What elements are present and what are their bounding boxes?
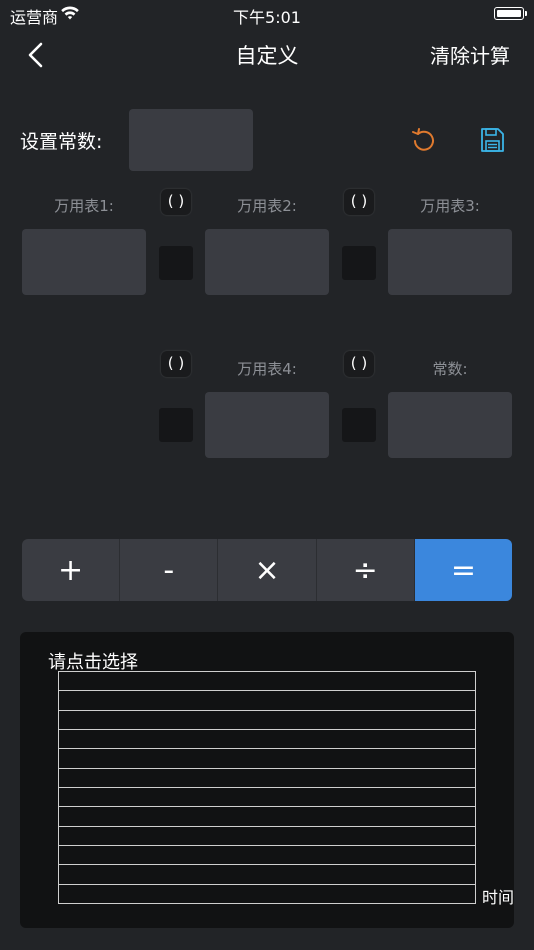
operator-slot-4[interactable] (342, 408, 376, 442)
x-axis-label: 时间 (482, 888, 515, 907)
paren-toggle-3[interactable]: ( ) (161, 351, 191, 377)
meter1-field[interactable] (22, 229, 146, 295)
save-icon (481, 128, 504, 152)
meter2-label: 万用表2: (237, 197, 297, 215)
status-bar: 运营商 下午5:01 (0, 0, 534, 30)
meter2-field[interactable] (205, 229, 329, 295)
constant-slot-label: 常数: (432, 360, 468, 378)
meter4-label: 万用表4: (237, 360, 297, 378)
equals-button[interactable]: = (414, 539, 512, 601)
reset-button[interactable] (410, 126, 438, 154)
operator-slot-2[interactable] (342, 246, 376, 280)
divide-button[interactable]: ÷ (317, 539, 415, 601)
constant-label: 设置常数: (20, 131, 103, 153)
meter3-label: 万用表3: (420, 197, 480, 215)
chart-grid (58, 671, 476, 904)
constant-input[interactable] (129, 109, 253, 171)
operator-slot-1[interactable] (159, 246, 193, 280)
meter4-field[interactable] (205, 392, 329, 458)
refresh-icon (412, 128, 434, 151)
clear-calc-button[interactable]: 清除计算 (430, 40, 510, 69)
paren-toggle-2[interactable]: ( ) (344, 189, 374, 215)
paren-toggle-4[interactable]: ( ) (344, 351, 374, 377)
paren-toggle-1[interactable]: ( ) (161, 189, 191, 215)
constant-field[interactable] (388, 392, 512, 458)
save-button[interactable] (478, 126, 506, 154)
meter3-field[interactable] (388, 229, 512, 295)
minus-button[interactable]: - (120, 539, 219, 601)
multiply-button[interactable]: × (218, 539, 317, 601)
operator-bar: + - × ÷ = (22, 539, 512, 601)
status-time: 下午5:01 (233, 8, 301, 27)
battery-icon (494, 7, 527, 20)
meter1-label: 万用表1: (54, 197, 114, 215)
plus-button[interactable]: + (22, 539, 121, 601)
operator-slot-3[interactable] (159, 408, 193, 442)
